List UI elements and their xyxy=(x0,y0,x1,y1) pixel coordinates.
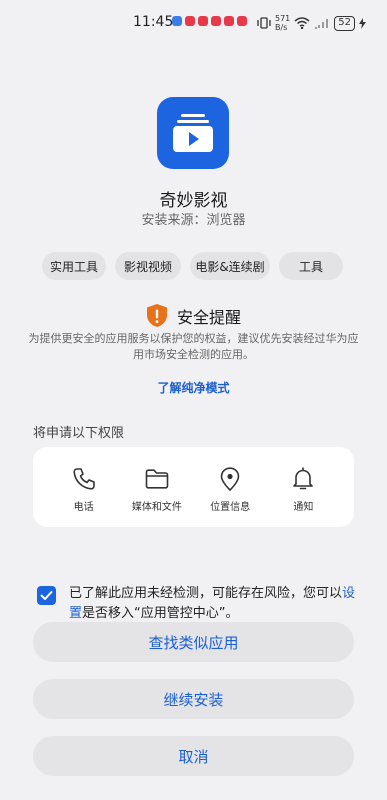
category-tag: 工具 xyxy=(279,252,343,280)
permission-phone: 电话 xyxy=(49,447,119,527)
permission-notification: 通知 xyxy=(268,447,338,527)
continue-install-button[interactable]: 继续安装 xyxy=(33,679,354,719)
permission-location: 位置信息 xyxy=(195,447,265,527)
notification-app-icon xyxy=(185,16,195,26)
learn-pure-mode-link[interactable]: 了解纯净模式 xyxy=(0,379,387,396)
vibrate-icon xyxy=(257,17,271,29)
permission-label: 位置信息 xyxy=(210,502,251,513)
app-icon xyxy=(157,97,229,169)
notification-app-icon xyxy=(172,16,182,26)
battery-indicator: 52 xyxy=(334,15,356,31)
find-similar-apps-button[interactable]: 查找类似应用 xyxy=(33,622,354,662)
security-title: 安全提醒 xyxy=(176,307,241,327)
notification-app-icon xyxy=(198,16,208,26)
location-pin-icon xyxy=(220,467,240,492)
permissions-heading: 将申请以下权限 xyxy=(33,426,125,441)
net-speed: 571 B/s xyxy=(275,14,291,32)
notification-app-icon xyxy=(211,16,221,26)
wifi-icon xyxy=(294,17,310,29)
permission-label: 通知 xyxy=(293,502,314,513)
install-source: 安装来源：浏览器 xyxy=(141,213,246,228)
security-header: 安全提醒 xyxy=(0,303,387,328)
risk-consent: 已了解此应用未经检测，可能存在风险，您可以设置是否移入“应用管控中心”。 xyxy=(37,584,357,624)
notification-app-icon xyxy=(237,16,247,26)
app-name: 奇妙影视 xyxy=(159,191,228,211)
consent-text-before: 已了解此应用未经检测，可能存在风险，您可以 xyxy=(69,586,343,601)
shield-warning-icon xyxy=(146,304,167,327)
cancel-button[interactable]: 取消 xyxy=(33,736,354,776)
risk-consent-text: 已了解此应用未经检测，可能存在风险，您可以设置是否移入“应用管控中心”。 xyxy=(69,584,357,624)
consent-text-after: 是否移入“应用管控中心”。 xyxy=(82,606,239,621)
system-icons: 571 B/s 52 xyxy=(257,14,367,32)
permission-label: 电话 xyxy=(73,502,94,513)
permission-label: 媒体和文件 xyxy=(131,502,182,513)
category-tags: 实用工具 影视视频 电影&连续剧 工具 xyxy=(42,252,343,280)
status-bar: 11:45 571 B/s 52 xyxy=(0,0,387,44)
signal-icon xyxy=(315,19,329,29)
permission-media-files: 媒体和文件 xyxy=(122,447,192,527)
phone-icon xyxy=(73,468,95,490)
category-tag: 实用工具 xyxy=(42,252,106,280)
notification-app-icon xyxy=(224,16,234,26)
checkmark-icon xyxy=(40,591,53,600)
charging-icon xyxy=(359,17,367,29)
category-tag: 电影&连续剧 xyxy=(190,252,270,280)
folder-icon xyxy=(145,469,169,489)
status-time: 11:45 xyxy=(133,14,174,30)
category-tag: 影视视频 xyxy=(115,252,181,280)
permissions-card: 电话 媒体和文件 位置信息 通知 xyxy=(33,447,354,527)
notification-icons xyxy=(172,16,247,26)
security-description: 为提供更安全的应用服务以保护您的权益，建议优先安装经过华为应用市场安全检测的应用… xyxy=(28,332,359,361)
risk-consent-checkbox[interactable] xyxy=(37,586,56,605)
video-folder-icon xyxy=(173,114,213,152)
bell-icon xyxy=(293,467,314,490)
